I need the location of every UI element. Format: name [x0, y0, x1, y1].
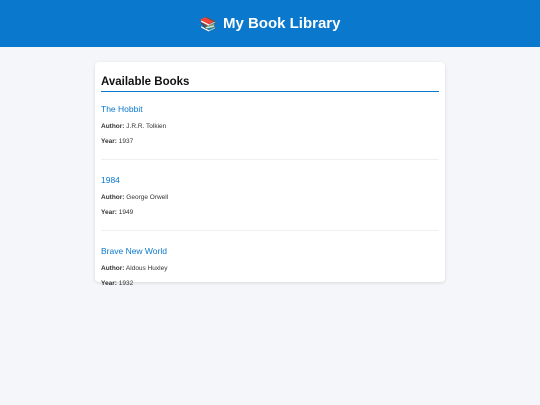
author-value: George Orwell: [126, 194, 169, 201]
book-author: Author: Aldous Huxley: [101, 265, 439, 272]
book-year: Year: 1949: [101, 209, 439, 216]
book-author: Author: J.R.R. Tolkien: [101, 123, 439, 130]
year-label: Year:: [101, 138, 117, 145]
books-card: Available Books The Hobbit Author: J.R.R…: [95, 62, 445, 287]
year-label: Year:: [101, 280, 117, 287]
books-list: The Hobbit Author: J.R.R. Tolkien Year: …: [101, 89, 439, 301]
book-item: 1984 Author: George Orwell Year: 1949: [101, 160, 439, 231]
books-icon: 📚: [199, 15, 217, 32]
year-value: 1937: [118, 138, 134, 145]
book-year: Year: 1937: [101, 138, 439, 145]
book-author: Author: George Orwell: [101, 194, 439, 201]
year-value: 1949: [118, 209, 134, 216]
author-label: Author:: [101, 265, 125, 272]
book-title-link[interactable]: Brave New World: [101, 246, 439, 256]
year-value: 1932: [118, 280, 134, 287]
book-title-link[interactable]: The Hobbit: [101, 104, 439, 114]
book-year: Year: 1932: [101, 280, 439, 287]
app-title: My Book Library: [222, 15, 341, 32]
author-value: Aldous Huxley: [125, 265, 168, 272]
author-label: Author:: [101, 194, 125, 201]
author-label: Author:: [101, 123, 125, 130]
book-item: Brave New World Author: Aldous Huxley Ye…: [101, 231, 439, 301]
book-item: The Hobbit Author: J.R.R. Tolkien Year: …: [101, 89, 439, 160]
book-title-link[interactable]: 1984: [101, 175, 439, 185]
year-label: Year:: [101, 209, 117, 216]
author-value: J.R.R. Tolkien: [126, 123, 167, 130]
app-header: 📚 My Book Library: [0, 0, 540, 47]
